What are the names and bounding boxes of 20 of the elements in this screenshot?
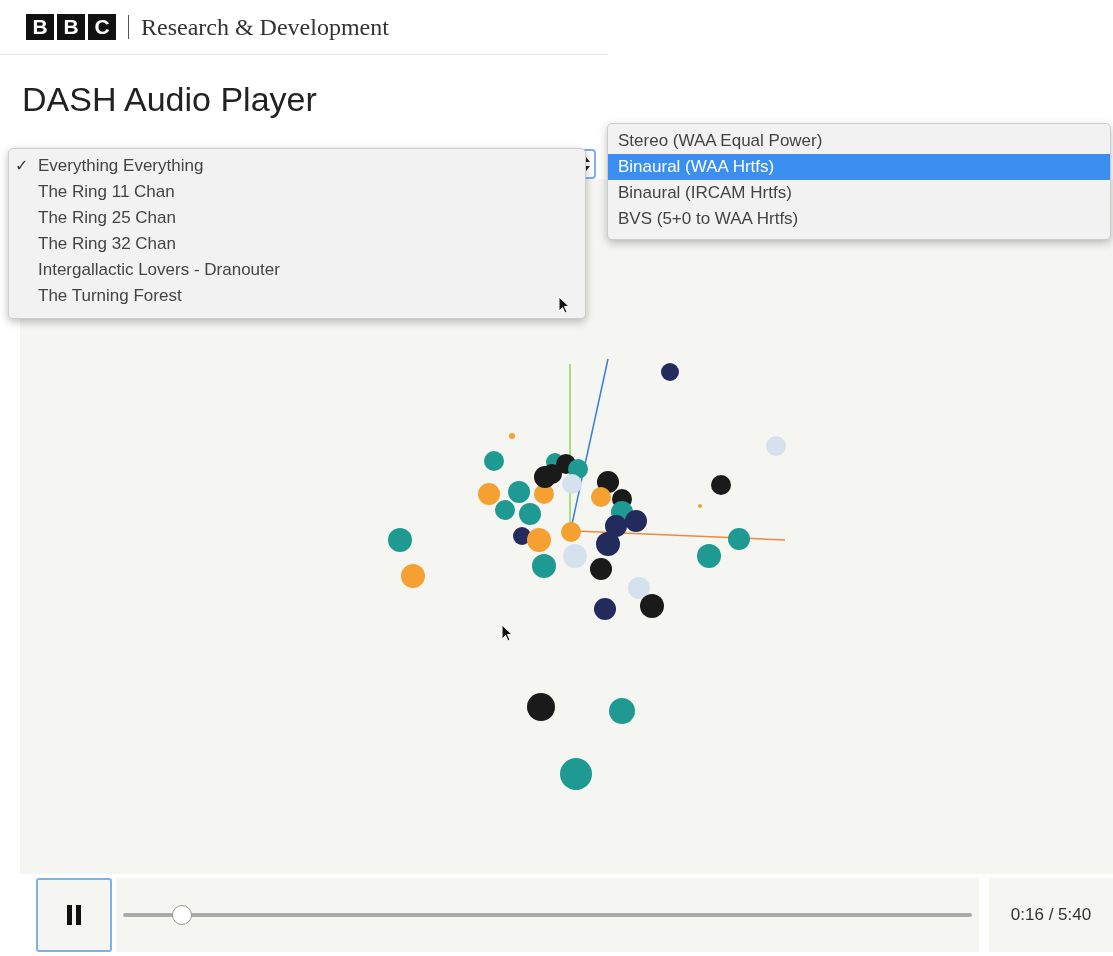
menu-item[interactable]: The Ring 25 Chan [9, 205, 585, 231]
site-name: Research & Development [141, 13, 389, 41]
pause-icon [66, 905, 82, 925]
check-mark: ✓ [15, 156, 29, 176]
slider-thumb[interactable] [172, 905, 193, 925]
pause-button[interactable] [36, 878, 112, 952]
page-title: DASH Audio Player [22, 79, 318, 119]
logo[interactable]: B B C [26, 14, 116, 40]
cursor-icon [501, 624, 513, 642]
time-display: 0:16 / 5:40 [989, 878, 1113, 952]
menu-item[interactable]: The Ring 11 Chan [9, 179, 585, 205]
menu-item[interactable]: The Turning Forest [9, 283, 585, 309]
seek-slider[interactable] [123, 904, 972, 926]
menu-item[interactable]: Stereo (WAA Equal Power) [608, 128, 1110, 154]
cursor-icon [558, 296, 570, 314]
menu-item[interactable]: BVS (5+0 to WAA Hrtfs) [608, 206, 1110, 232]
menu-item[interactable]: ✓ Everything Everything [9, 153, 585, 179]
menu-item[interactable]: Binaural (IRCAM Hrtfs) [608, 180, 1110, 206]
menu-item[interactable]: The Ring 32 Chan [9, 231, 585, 257]
menu-item[interactable]: Intergallactic Lovers - Dranouter [9, 257, 585, 283]
